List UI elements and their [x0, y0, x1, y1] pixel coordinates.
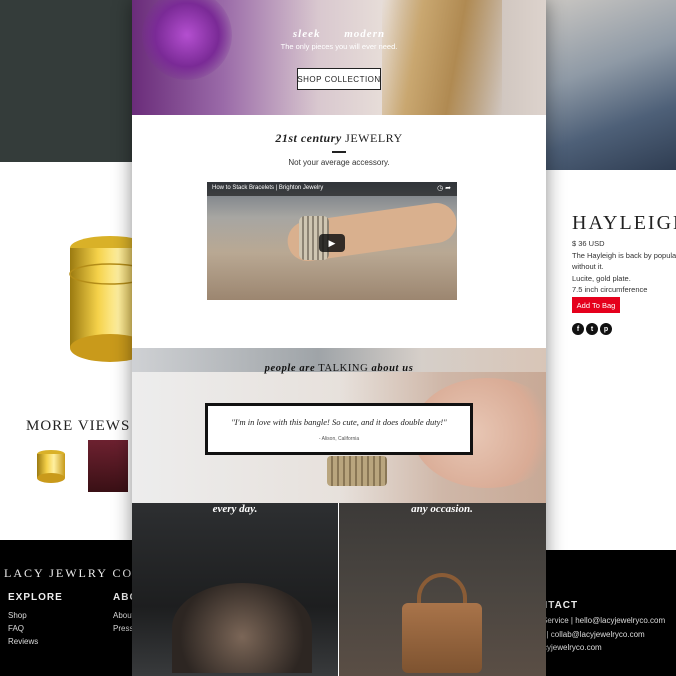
product-material: Lucite, gold plate.: [572, 273, 631, 283]
left-banner-image: [0, 0, 150, 162]
right-product-page: HAYLEIGH $ 36 USD The Hayleigh is back b…: [546, 0, 676, 676]
product-info: $ 36 USD The Hayleigh is back by popular…: [572, 238, 676, 296]
thumbnail-model[interactable]: [88, 440, 128, 492]
footer-contact-line[interactable]: mer Service | hello@lacyjewelryco.com: [546, 616, 665, 625]
thumbnail-cuff[interactable]: [30, 446, 72, 486]
video-title[interactable]: How to Stack Bracelets | Brighton Jewelr…: [212, 185, 323, 191]
footer-explore-column: EXPLORE Shop FAQ Reviews: [8, 592, 63, 648]
social-icons: f t p: [572, 323, 612, 335]
play-icon[interactable]: ▶: [319, 234, 345, 252]
footer-contact-line[interactable]: r@lacyjewelryco.com: [546, 643, 602, 652]
center-home-page: sleek modern The only pieces you will ev…: [132, 0, 546, 676]
more-views-heading: MORE VIEWS: [26, 418, 131, 434]
handbag-image: [402, 603, 482, 673]
footer-explore-heading: EXPLORE: [8, 592, 63, 603]
hero-banner: sleek modern The only pieces you will ev…: [132, 0, 546, 115]
intro-divider: [332, 151, 346, 153]
testimonial-heading-a: people are: [264, 363, 316, 374]
twitter-icon[interactable]: t: [586, 323, 598, 335]
testimonial-section: people are TALKING about us "I'm in love…: [132, 348, 546, 503]
left-product-page: MORE VIEWS LACY JEWLRY CO. EXPLORE Shop …: [0, 0, 150, 676]
product-description: The Hayleigh is back by popular d: [572, 250, 676, 260]
gold-cuff-image: [69, 236, 145, 362]
footer-brand: LACY JEWLRY CO.: [4, 566, 139, 580]
footer-contact-heading: NTACT: [546, 600, 579, 611]
wrist-bracelet-image: [172, 583, 312, 673]
purple-flower-image: [142, 0, 232, 80]
model-hair-image: [382, 0, 502, 115]
lifestyle-section: every day. any occasion.: [132, 503, 546, 676]
left-footer: LACY JEWLRY CO. EXPLORE Shop FAQ Reviews…: [0, 540, 150, 676]
product-name: HAYLEIGH: [572, 212, 676, 234]
product-price: $ 36 USD: [572, 239, 605, 248]
caption-any-occasion: any occasion.: [411, 503, 473, 515]
intro-subtitle: Not your average accessory.: [288, 158, 390, 167]
hero-subtitle: The only pieces you will ever need.: [280, 42, 398, 51]
testimonial-author: - Alison, California: [318, 436, 360, 442]
footer-link-faq[interactable]: FAQ: [8, 622, 63, 635]
model-denim-photo: [546, 0, 676, 170]
testimonial-quote: "I'm in love with this bangle! So cute, …: [231, 417, 447, 427]
footer-link-shop[interactable]: Shop: [8, 609, 63, 622]
intro-title: 21st century JEWELRY: [132, 131, 546, 146]
video-controls-icon[interactable]: ◷ ➦: [437, 184, 451, 192]
shop-collection-button[interactable]: SHOP COLLECTION: [297, 68, 381, 90]
testimonial-heading-c: about us: [371, 363, 414, 374]
hero-tag-sleek: sleek: [292, 28, 321, 40]
testimonial-heading-b: TALKING: [318, 363, 369, 374]
intro-title-italic: 21st century: [275, 131, 342, 145]
watch-image: [327, 456, 387, 486]
caption-every-day: every day.: [212, 503, 258, 515]
add-to-bag-button[interactable]: Add To Bag: [572, 297, 620, 313]
video-player[interactable]: How to Stack Bracelets | Brighton Jewelr…: [207, 182, 457, 300]
right-footer: NTACT mer Service | hello@lacyjewelryco.…: [546, 550, 676, 676]
hero-tag-modern: modern: [344, 28, 386, 40]
intro-title-caps: JEWELRY: [345, 131, 403, 145]
footer-link-reviews[interactable]: Reviews: [8, 635, 63, 648]
testimonial-heading: people are TALKING about us: [132, 363, 546, 374]
quote-box: "I'm in love with this bangle! So cute, …: [205, 403, 473, 455]
hero-tagline: sleek modern: [132, 28, 546, 40]
product-description-2: without it.: [572, 262, 604, 271]
product-size: 7.5 inch circumference: [572, 285, 648, 294]
facebook-icon[interactable]: f: [572, 323, 584, 335]
pinterest-icon[interactable]: p: [600, 323, 612, 335]
footer-contact-line[interactable]: orate | collab@lacyjewelryco.com: [546, 630, 645, 639]
